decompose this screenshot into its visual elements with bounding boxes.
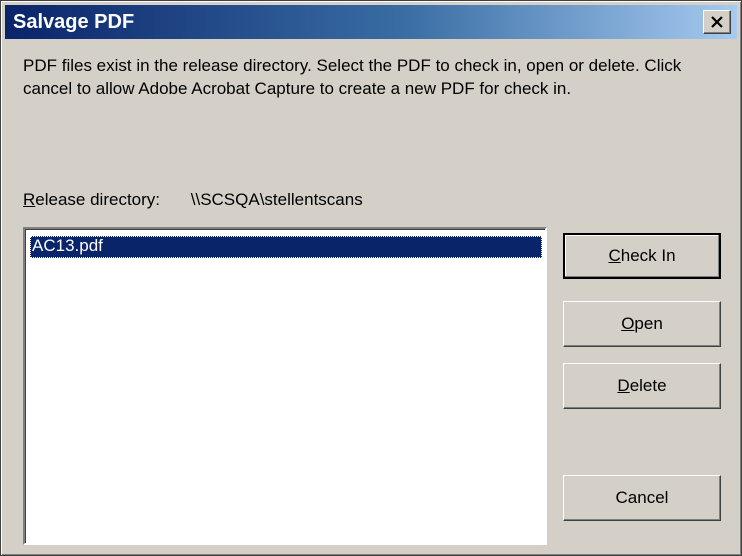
cancel-button[interactable]: Cancel xyxy=(563,475,721,521)
release-directory-value: \\SCSQA\stellentscans xyxy=(190,190,363,209)
check-in-label: Check In xyxy=(608,246,676,265)
open-button[interactable]: Open xyxy=(563,301,721,347)
delete-button[interactable]: Delete xyxy=(563,363,721,409)
window-title: Salvage PDF xyxy=(13,11,135,33)
release-directory-row: Release directory: \\SCSQA\stellentscans xyxy=(23,188,363,211)
title-bar[interactable]: Salvage PDF xyxy=(5,5,737,39)
list-item[interactable]: AC13.pdf xyxy=(30,236,542,258)
cancel-label: Cancel xyxy=(615,488,669,507)
check-in-button[interactable]: Check In xyxy=(563,233,721,279)
instruction-text: PDF files exist in the release directory… xyxy=(23,56,682,98)
close-button[interactable] xyxy=(703,10,731,34)
release-directory-label: Release directory: xyxy=(23,190,161,209)
salvage-pdf-dialog: Salvage PDF PDF files exist in the relea… xyxy=(0,0,742,556)
pdf-file-list[interactable]: AC13.pdf xyxy=(23,227,547,545)
open-label: Open xyxy=(621,314,663,333)
close-icon xyxy=(711,16,723,28)
delete-label: Delete xyxy=(617,376,667,395)
